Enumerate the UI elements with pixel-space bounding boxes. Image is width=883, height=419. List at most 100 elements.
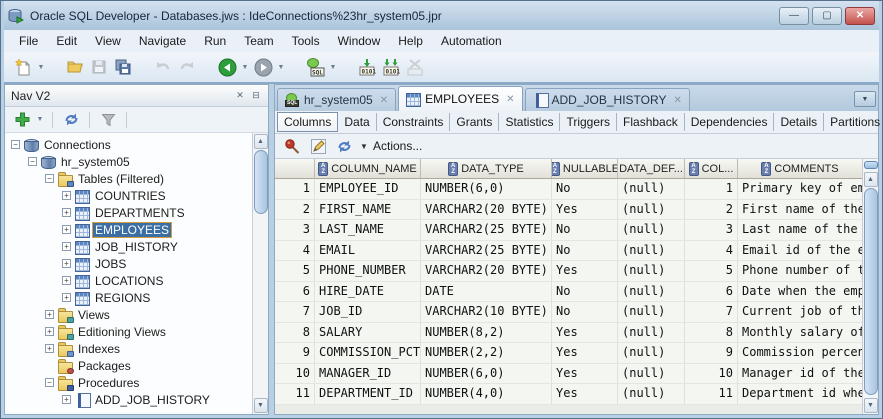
cell-column-name[interactable]: COMMISSION_PCT <box>315 343 421 363</box>
open-button[interactable] <box>64 55 86 79</box>
tree-item-connections[interactable]: − Connections <box>5 136 252 153</box>
grid-row[interactable]: 2 FIRST_NAME VARCHAR2(20 BYTE) Yes (null… <box>275 199 862 220</box>
cell-data-type[interactable]: NUMBER(4,0) <box>421 384 552 404</box>
cell-column-name[interactable]: SALARY <box>315 322 421 342</box>
grid-scrollbar-thumb[interactable] <box>863 188 878 395</box>
cell-row-number[interactable]: 2 <box>275 199 315 219</box>
grid-column-header-data-def[interactable]: AZ DATA_DEF... <box>618 159 685 178</box>
grid-row[interactable]: 1 EMPLOYEE_ID NUMBER(6,0) No (null) 1 Pr… <box>275 179 862 200</box>
expand-toggle-icon[interactable]: − <box>28 157 37 166</box>
cell-comments[interactable]: Commission percen <box>738 343 862 363</box>
maximize-button[interactable]: ▢ <box>812 6 842 25</box>
expand-toggle-icon[interactable]: + <box>45 344 54 353</box>
tree-item-jobs[interactable]: + JOBS <box>5 255 252 272</box>
cell-column-id[interactable]: 7 <box>685 302 738 322</box>
cell-row-number[interactable]: 6 <box>275 281 315 301</box>
split-view-handle[interactable] <box>863 161 878 169</box>
grid-row[interactable]: 6 HIRE_DATE DATE No (null) 6 Date when t… <box>275 281 862 302</box>
cell-comments[interactable]: Primary key of em <box>738 179 862 199</box>
back-button[interactable] <box>216 55 238 79</box>
subtab-details[interactable]: Details <box>774 113 825 131</box>
cell-data-type[interactable]: VARCHAR2(20 BYTE) <box>421 261 552 281</box>
add-connection-dropdown-icon[interactable]: ▼ <box>35 116 45 123</box>
cell-data-default[interactable]: (null) <box>618 302 685 322</box>
cell-comments[interactable]: Last name of the <box>738 220 862 240</box>
menu-item-tools[interactable]: Tools <box>283 32 329 50</box>
forward-button[interactable] <box>252 55 274 79</box>
cell-data-type[interactable]: VARCHAR2(25 BYTE) <box>421 240 552 260</box>
grid-scroll-up-icon[interactable]: ▲ <box>863 172 878 187</box>
back-dropdown-icon[interactable]: ▼ <box>240 64 250 71</box>
grid-row[interactable]: 5 PHONE_NUMBER VARCHAR2(20 BYTE) Yes (nu… <box>275 261 862 282</box>
cell-row-number[interactable]: 5 <box>275 261 315 281</box>
cell-column-id[interactable]: 8 <box>685 322 738 342</box>
minimize-button[interactable]: — <box>779 6 809 25</box>
cell-data-type[interactable]: NUMBER(8,2) <box>421 322 552 342</box>
cell-data-type[interactable]: VARCHAR2(25 BYTE) <box>421 220 552 240</box>
tree-item-job-history[interactable]: + JOB_HISTORY <box>5 238 252 255</box>
redo-button[interactable] <box>176 55 198 79</box>
cell-nullable[interactable]: Yes <box>552 261 618 281</box>
cell-comments[interactable]: Manager id of the <box>738 364 862 384</box>
cell-data-default[interactable]: (null) <box>618 179 685 199</box>
filter-button[interactable] <box>97 108 119 132</box>
tree-item-packages[interactable]: Packages <box>5 357 252 374</box>
grid-row[interactable]: 7 JOB_ID VARCHAR2(10 BYTE) No (null) 7 C… <box>275 302 862 323</box>
cell-data-type[interactable]: VARCHAR2(20 BYTE) <box>421 199 552 219</box>
cell-comments[interactable]: Email id of the e <box>738 241 862 261</box>
subtab-constraints[interactable]: Constraints <box>377 113 451 131</box>
cell-comments[interactable]: Department id whe <box>738 384 862 404</box>
cell-data-default[interactable]: (null) <box>618 322 685 342</box>
save-all-button[interactable] <box>112 55 134 79</box>
cell-column-id[interactable]: 6 <box>685 281 738 301</box>
menu-item-help[interactable]: Help <box>389 32 432 50</box>
refresh-button[interactable] <box>60 108 82 132</box>
cell-row-number[interactable]: 3 <box>275 220 315 240</box>
cell-row-number[interactable]: 11 <box>275 384 315 404</box>
tab-list-dropdown-icon[interactable]: ▼ <box>854 91 876 107</box>
cell-data-type[interactable]: NUMBER(6,0) <box>421 179 552 199</box>
fetch-all-button[interactable]: 0101 <box>380 55 402 79</box>
cell-nullable[interactable]: No <box>552 302 618 322</box>
save-button[interactable] <box>88 55 110 79</box>
cell-column-id[interactable]: 3 <box>685 220 738 240</box>
cell-column-name[interactable]: JOB_ID <box>315 302 421 322</box>
tree-item-countries[interactable]: + COUNTRIES <box>5 187 252 204</box>
cell-column-name[interactable]: DEPARTMENT_ID <box>315 384 421 404</box>
editor-tab-employees[interactable]: EMPLOYEES ✕ <box>398 86 523 111</box>
undo-button[interactable] <box>152 55 174 79</box>
close-button[interactable]: ✕ <box>845 6 875 25</box>
scroll-up-icon[interactable]: ▲ <box>253 134 268 149</box>
grid-row[interactable]: 4 EMAIL VARCHAR2(25 BYTE) No (null) 4 Em… <box>275 240 862 261</box>
cell-column-id[interactable]: 5 <box>685 261 738 281</box>
grid-row[interactable]: 8 SALARY NUMBER(8,2) Yes (null) 8 Monthl… <box>275 322 862 343</box>
tree-item-editioning-views[interactable]: + Editioning Views <box>5 323 252 340</box>
cell-column-name[interactable]: MANAGER_ID <box>315 363 421 383</box>
subtab-partitions[interactable]: Partitions <box>824 113 882 131</box>
new-file-dropdown-icon[interactable]: ▼ <box>36 64 46 71</box>
cell-column-id[interactable]: 11 <box>685 384 738 404</box>
cell-nullable[interactable]: No <box>552 220 618 240</box>
grid-row[interactable]: 9 COMMISSION_PCT NUMBER(2,2) Yes (null) … <box>275 343 862 364</box>
menu-item-edit[interactable]: Edit <box>47 32 86 50</box>
cell-data-type[interactable]: VARCHAR2(10 BYTE) <box>421 302 552 322</box>
navigator-collapse-icon[interactable]: ⊟ <box>248 89 264 103</box>
expand-toggle-icon[interactable]: + <box>62 208 71 217</box>
cell-data-default[interactable]: (null) <box>618 343 685 363</box>
subtab-grants[interactable]: Grants <box>450 113 500 131</box>
grid-column-header-nullable[interactable]: AZ NULLABLE <box>552 159 618 178</box>
grid-column-header[interactable]: AZ <box>275 159 315 178</box>
grid-row[interactable]: 10 MANAGER_ID NUMBER(6,0) Yes (null) 10 … <box>275 363 862 384</box>
scroll-down-icon[interactable]: ▼ <box>253 398 268 413</box>
freeze-pin-button[interactable] <box>281 134 303 158</box>
navigator-scrollbar[interactable]: ▲ ▼ <box>252 133 268 414</box>
cell-nullable[interactable]: No <box>552 281 618 301</box>
cell-column-name[interactable]: FIRST_NAME <box>315 199 421 219</box>
expand-toggle-icon[interactable]: + <box>62 191 71 200</box>
new-file-button[interactable] <box>12 55 34 79</box>
edit-button[interactable] <box>307 134 329 158</box>
scrollbar-thumb[interactable] <box>253 150 268 214</box>
expand-toggle-icon[interactable]: − <box>11 140 20 149</box>
tree-item-add-job-history[interactable]: + ADD_JOB_HISTORY <box>5 391 252 408</box>
cell-nullable[interactable]: Yes <box>552 322 618 342</box>
